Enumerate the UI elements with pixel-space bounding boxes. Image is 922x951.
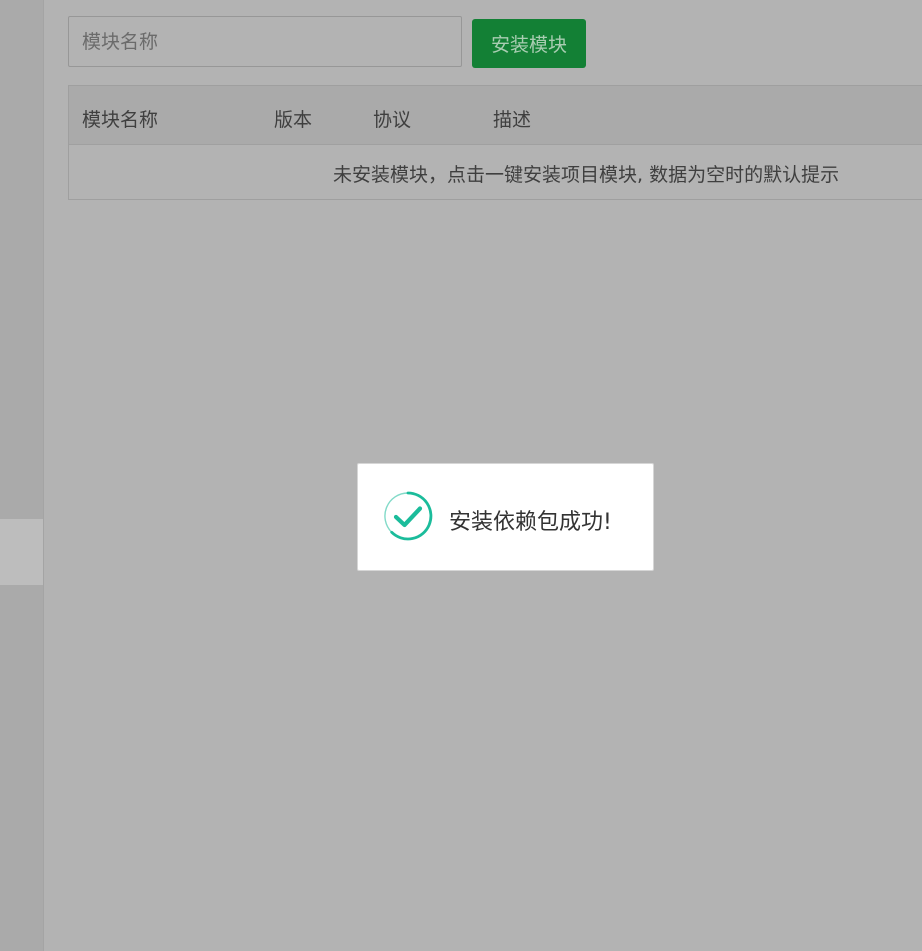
column-header-version: 版本 bbox=[274, 109, 313, 131]
install-module-button[interactable]: 安装模块 bbox=[472, 19, 586, 68]
table-header: 模块名称 版本 协议 描述 bbox=[69, 86, 922, 145]
toast-message: 安装依赖包成功! bbox=[449, 510, 612, 535]
column-header-description: 描述 bbox=[493, 109, 532, 131]
search-input[interactable] bbox=[68, 16, 462, 67]
column-header-name: 模块名称 bbox=[82, 109, 159, 131]
check-circle-icon bbox=[382, 490, 434, 542]
success-toast: 安装依赖包成功! bbox=[357, 463, 654, 571]
sidebar-item-active[interactable] bbox=[0, 519, 44, 585]
module-table: 模块名称 版本 协议 描述 未安装模块，点击一键安装项目模块, 数据为空时的默认… bbox=[68, 85, 922, 200]
empty-state-text: 未安装模块，点击一键安装项目模块, 数据为空时的默认提示 bbox=[333, 164, 840, 186]
sidebar bbox=[0, 0, 44, 951]
table-empty-row: 未安装模块，点击一键安装项目模块, 数据为空时的默认提示 bbox=[69, 145, 922, 200]
column-header-license: 协议 bbox=[373, 109, 412, 131]
